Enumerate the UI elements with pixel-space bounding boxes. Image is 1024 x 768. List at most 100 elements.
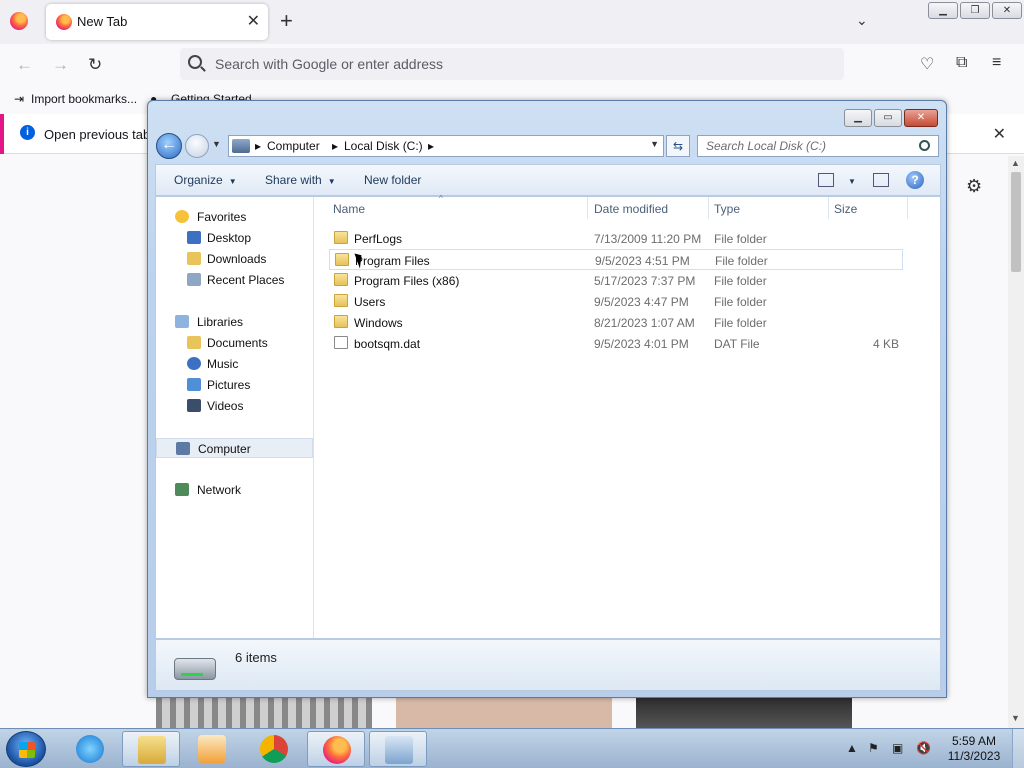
- breadcrumb-local-disk[interactable]: Local Disk (C:): [344, 139, 423, 153]
- close-notice-icon[interactable]: ✕: [993, 124, 1006, 144]
- extensions-puzzle-icon[interactable]: ⧉: [956, 54, 967, 72]
- minimize-button[interactable]: ▁: [928, 2, 958, 19]
- start-button[interactable]: [6, 731, 46, 767]
- restore-button[interactable]: ❐: [960, 2, 990, 19]
- table-row[interactable]: Program Files (x86) 5/17/2023 7:37 PM Fi…: [329, 270, 903, 291]
- back-arrow-icon[interactable]: ←: [16, 55, 33, 75]
- new-folder-button[interactable]: New folder: [364, 173, 421, 187]
- url-bar[interactable]: Search with Google or enter address: [180, 48, 844, 80]
- command-bar: Organize ▼ Share with ▼ New folder ▼ ?: [155, 164, 941, 196]
- table-row[interactable]: PerfLogs 7/13/2009 11:20 PM File folder: [329, 228, 903, 249]
- show-hidden-icons-arrow-icon[interactable]: ▲: [846, 741, 858, 755]
- column-header-name[interactable]: Name: [333, 202, 365, 216]
- gear-icon[interactable]: ⚙: [966, 176, 982, 197]
- organize-button[interactable]: Organize ▼: [174, 173, 237, 187]
- view-options-chevron-icon[interactable]: ▼: [842, 173, 856, 187]
- address-dropdown-icon[interactable]: ▼: [650, 139, 659, 149]
- network-icon: [175, 483, 189, 496]
- file-size: 4 KB: [872, 337, 899, 351]
- column-divider[interactable]: [828, 197, 829, 219]
- item-count: 6 items: [235, 650, 277, 665]
- recent-pages-dropdown-icon[interactable]: ▼: [212, 139, 221, 149]
- nav-documents[interactable]: Documents: [156, 333, 313, 353]
- explorer-window-controls: ▁ ▭ ✕: [844, 109, 938, 127]
- file-date: 5/17/2023 7:37 PM: [594, 274, 696, 288]
- breadcrumb-separator-icon[interactable]: ▸: [332, 139, 338, 153]
- pocket-icon[interactable]: ♡: [920, 54, 934, 74]
- table-row[interactable]: bootsqm.dat 9/5/2023 4:01 PM DAT File 4 …: [329, 333, 903, 354]
- firefox-icon: [323, 736, 351, 764]
- volume-muted-icon[interactable]: 🔇: [916, 741, 931, 755]
- close-window-button[interactable]: ✕: [904, 109, 938, 127]
- column-divider[interactable]: [907, 197, 908, 219]
- top-site-thumbnail[interactable]: [396, 698, 612, 728]
- network-status-icon[interactable]: ▣: [892, 741, 903, 755]
- scroll-down-arrow-icon[interactable]: ▼: [1011, 713, 1020, 723]
- column-divider[interactable]: [587, 197, 588, 219]
- firefox-logo-icon[interactable]: [10, 12, 28, 30]
- share-with-button[interactable]: Share with ▼: [265, 173, 336, 187]
- nav-computer[interactable]: Computer: [156, 438, 313, 458]
- taskbar-firefox[interactable]: [307, 731, 365, 767]
- nav-network[interactable]: Network: [156, 480, 313, 500]
- scrollbar-thumb[interactable]: [1011, 172, 1021, 272]
- nav-videos[interactable]: Videos: [156, 396, 313, 416]
- column-divider[interactable]: [708, 197, 709, 219]
- clock-time: 5:59 AM: [951, 734, 997, 748]
- scroll-up-arrow-icon[interactable]: ▲: [1011, 158, 1020, 168]
- nav-pictures[interactable]: Pictures: [156, 375, 313, 395]
- folder-icon: [334, 231, 348, 244]
- forward-button[interactable]: [185, 134, 209, 158]
- breadcrumb-computer[interactable]: Computer: [267, 139, 320, 153]
- change-view-icon[interactable]: [818, 173, 834, 187]
- nav-favorites[interactable]: Favorites: [156, 207, 313, 227]
- address-bar[interactable]: ▸ Computer ▸ Local Disk (C:) ▸ ▼: [228, 135, 664, 157]
- nav-recent-places[interactable]: Recent Places: [156, 270, 313, 290]
- system-clock[interactable]: 5:59 AM 11/3/2023: [944, 734, 1004, 764]
- taskbar-internet-explorer[interactable]: [61, 731, 119, 767]
- list-all-tabs-chevron-icon[interactable]: ⌄: [856, 12, 868, 29]
- taskbar-control-panel[interactable]: [369, 731, 427, 767]
- search-input[interactable]: Search Local Disk (C:): [697, 135, 939, 157]
- taskbar-chrome[interactable]: [245, 731, 303, 767]
- breadcrumb-separator-icon[interactable]: ▸: [255, 139, 261, 153]
- show-desktop-button[interactable]: [1012, 729, 1024, 768]
- import-bookmarks-link[interactable]: Import bookmarks...: [31, 92, 137, 106]
- taskbar-media-player[interactable]: [183, 731, 241, 767]
- maximize-button[interactable]: ▭: [874, 109, 902, 127]
- help-icon[interactable]: ?: [906, 171, 924, 189]
- taskbar-file-explorer[interactable]: [122, 731, 180, 767]
- reload-icon[interactable]: ↻: [88, 55, 102, 75]
- column-header-type[interactable]: Type: [714, 202, 740, 216]
- nav-desktop[interactable]: Desktop: [156, 228, 313, 248]
- forward-arrow-icon[interactable]: →: [52, 55, 69, 75]
- folder-icon: [334, 294, 348, 307]
- nav-music[interactable]: Music: [156, 354, 313, 374]
- table-row[interactable]: Users 9/5/2023 4:47 PM File folder: [329, 291, 903, 312]
- action-center-flag-icon[interactable]: ⚑: [868, 741, 879, 755]
- preview-pane-icon[interactable]: [873, 173, 889, 187]
- table-row[interactable]: Program Files 9/5/2023 4:51 PM File fold…: [329, 249, 903, 270]
- close-tab-icon[interactable]: ✕: [247, 11, 260, 31]
- refresh-button[interactable]: ⇆: [666, 135, 690, 157]
- search-placeholder: Search Local Disk (C:): [706, 139, 827, 153]
- table-row[interactable]: Windows 8/21/2023 1:07 AM File folder: [329, 312, 903, 333]
- menu-hamburger-icon[interactable]: ≡: [992, 54, 1001, 72]
- nav-downloads[interactable]: Downloads: [156, 249, 313, 269]
- close-window-button[interactable]: ✕: [992, 2, 1022, 19]
- nav-libraries[interactable]: Libraries: [156, 312, 313, 332]
- libraries-icon: [175, 315, 189, 328]
- file-type: File folder: [714, 232, 767, 246]
- search-icon: [188, 55, 202, 69]
- back-button[interactable]: ←: [156, 133, 182, 159]
- minimize-button[interactable]: ▁: [844, 109, 872, 127]
- page-scrollbar[interactable]: ▲ ▼: [1008, 156, 1024, 728]
- taskbar: ▲ ⚑ ▣ 🔇 5:59 AM 11/3/2023: [0, 728, 1024, 768]
- top-site-thumbnail[interactable]: [156, 698, 372, 728]
- new-tab-button[interactable]: +: [280, 8, 293, 34]
- tab-new-tab[interactable]: New Tab ✕: [46, 4, 268, 40]
- column-header-date[interactable]: Date modified: [594, 202, 668, 216]
- column-header-size[interactable]: Size: [834, 202, 857, 216]
- top-site-thumbnail[interactable]: [636, 698, 852, 728]
- breadcrumb-separator-icon[interactable]: ▸: [428, 139, 434, 153]
